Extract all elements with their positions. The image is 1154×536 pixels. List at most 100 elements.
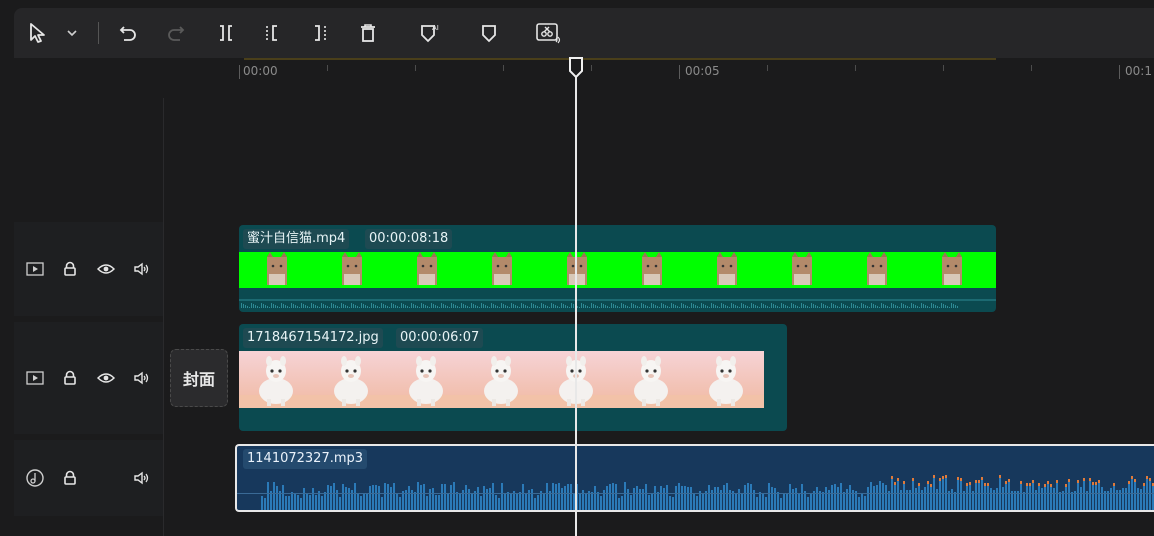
video-clip[interactable]: 蜜汁自信猫.mp4 00:00:08:18: [239, 225, 996, 312]
auto-cut-icon[interactable]: [532, 8, 564, 58]
trim-right-icon[interactable]: [308, 8, 332, 58]
waveform-bar: [837, 306, 838, 308]
waveform-bar: [450, 485, 452, 510]
select-tool-icon[interactable]: [24, 8, 52, 58]
audio-clip[interactable]: 1141072327.mp3: [235, 444, 1154, 512]
waveform-bar: [587, 306, 588, 308]
volume-icon[interactable]: [132, 259, 152, 279]
waveform-bar: [864, 496, 866, 510]
waveform-bar: [361, 303, 362, 308]
redo-icon[interactable]: [164, 8, 188, 58]
lock-icon[interactable]: [60, 468, 80, 488]
waveform-bar: [371, 303, 372, 308]
undo-icon[interactable]: [116, 8, 140, 58]
waveform-bar: [1002, 487, 1004, 510]
volume-icon[interactable]: [132, 468, 152, 488]
waveform-bar: [511, 303, 512, 308]
waveform-bar: [1131, 479, 1133, 510]
waveform-bar: [533, 304, 534, 308]
waveform-bar: [647, 306, 648, 308]
waveform-bar: [669, 307, 670, 308]
playhead[interactable]: [575, 58, 577, 536]
waveform-bar: [655, 305, 656, 308]
waveform-peak: [1131, 476, 1133, 479]
time-ruler[interactable]: 00:00 00:05 00:1: [164, 58, 1154, 98]
trim-left-icon[interactable]: [260, 8, 284, 58]
waveform-bar: [744, 485, 746, 510]
track-header-divider: [163, 98, 164, 536]
clip-name: 蜜汁自信猫.mp4: [243, 229, 350, 249]
image-clip[interactable]: 1718467154172.jpg 00:00:06:07: [239, 324, 787, 431]
waveform-bar: [624, 482, 626, 510]
marker-ai-icon[interactable]: AI: [416, 8, 442, 58]
waveform-bar: [780, 498, 782, 510]
waveform-bar: [535, 305, 536, 308]
waveform-bar: [807, 306, 808, 308]
waveform-bar: [401, 303, 402, 308]
waveform-bar: [467, 306, 468, 308]
waveform-bar: [595, 305, 596, 308]
waveform-bar: [324, 492, 326, 510]
waveform-bar: [457, 306, 458, 308]
waveform-bar: [273, 304, 274, 308]
waveform-bar: [537, 306, 538, 308]
waveform-bar: [801, 303, 802, 308]
waveform-bar: [607, 306, 608, 308]
waveform-bar: [471, 493, 473, 510]
waveform-bar: [429, 307, 430, 308]
chevron-down-icon[interactable]: [62, 8, 82, 58]
ruler-tick: [239, 65, 240, 79]
split-icon[interactable]: [214, 8, 238, 58]
waveform-bar: [636, 486, 638, 510]
waveform-bar: [945, 305, 946, 308]
waveform-bar: [438, 495, 440, 510]
waveform-bar: [1026, 486, 1028, 510]
waveform-bar: [839, 307, 840, 308]
waveform-bar: [785, 305, 786, 308]
waveform-bar: [693, 304, 694, 308]
lock-icon[interactable]: [60, 259, 80, 279]
waveform-bar: [675, 305, 676, 308]
waveform-bar: [768, 483, 770, 510]
track-header-column: [14, 58, 164, 536]
waveform-bar: [381, 497, 383, 510]
marker-icon[interactable]: [476, 8, 502, 58]
waveform-bar: [669, 496, 671, 510]
waveform-bar: [911, 303, 912, 308]
waveform-bar: [930, 487, 932, 510]
waveform-bar: [588, 491, 590, 510]
delete-icon[interactable]: [356, 8, 380, 58]
waveform-bar: [684, 486, 686, 510]
waveform-bar: [903, 484, 905, 510]
waveform-bar: [937, 306, 938, 308]
eye-icon[interactable]: [96, 259, 116, 279]
waveform-bar: [521, 303, 522, 308]
waveform-bar: [288, 496, 290, 510]
waveform-bar: [432, 488, 434, 510]
ruler-tick: [855, 65, 856, 71]
playhead-handle[interactable]: [568, 57, 584, 79]
lock-icon[interactable]: [60, 368, 80, 388]
waveform-bar: [477, 487, 479, 510]
volume-icon[interactable]: [132, 368, 152, 388]
waveform-bar: [583, 304, 584, 308]
waveform-peak: [1008, 479, 1010, 482]
waveform-bar: [517, 306, 518, 308]
waveform-bar: [747, 306, 748, 308]
video-thumbnail: [839, 252, 914, 288]
eye-icon[interactable]: [96, 368, 116, 388]
waveform-bar: [425, 305, 426, 308]
waveform-bar: [665, 305, 666, 308]
waveform-bar: [657, 306, 658, 308]
waveform-bar: [883, 304, 884, 308]
waveform-bar: [645, 484, 647, 510]
waveform-bar: [697, 306, 698, 308]
waveform-bar: [1095, 485, 1097, 510]
waveform-bar: [495, 305, 496, 308]
image-thumbnail: [239, 351, 314, 408]
waveform-bar: [666, 485, 668, 510]
toolbar-divider: [98, 22, 99, 44]
video-thumbnail: [689, 252, 764, 288]
waveform-bar: [849, 485, 851, 510]
cover-button[interactable]: 封面: [170, 349, 228, 407]
